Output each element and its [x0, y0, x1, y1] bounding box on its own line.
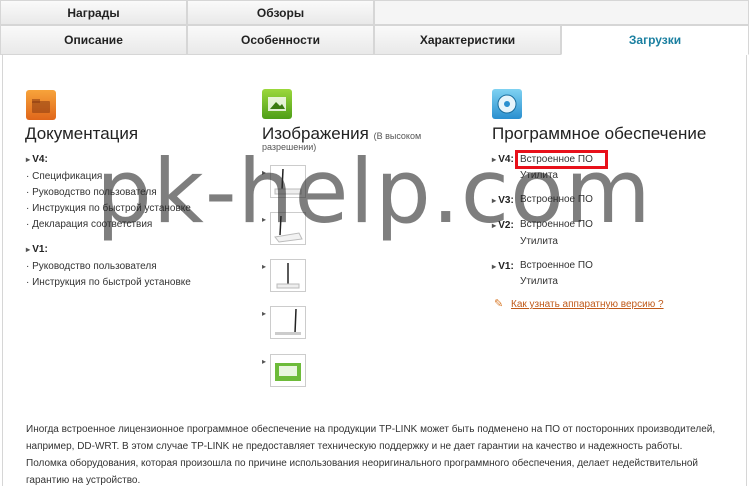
tab-features[interactable]: Особенности [187, 25, 374, 55]
image-icon [262, 89, 292, 119]
tab-empty [374, 0, 749, 25]
docs-item[interactable]: · Инструкция по быстрой установке [26, 277, 191, 288]
tab-description[interactable]: Описание [0, 25, 187, 55]
firmware-link[interactable]: Встроенное ПО [520, 260, 593, 271]
disc-icon [492, 89, 522, 119]
docs-item[interactable]: · Руководство пользователя [26, 261, 157, 272]
tab-awards[interactable]: Награды [0, 0, 187, 25]
utility-link[interactable]: Утилита [520, 276, 558, 287]
watermark: pk-help.com [96, 140, 652, 243]
thumb-bullet: ▸ [262, 262, 267, 271]
tab-specifications[interactable]: Характеристики [374, 25, 561, 55]
hw-version-link[interactable]: Как узнать аппаратную версию ? [511, 299, 664, 310]
docs-version-v4: ▸ V4: [26, 154, 48, 165]
tab-downloads[interactable]: Загрузки [561, 25, 749, 55]
tab-bar: Награды Обзоры Описание Особенности Хара… [0, 0, 749, 55]
docs-item[interactable]: · Спецификация [26, 171, 102, 182]
pencil-icon: ✎ [494, 298, 504, 310]
thumb-bullet: ▸ [262, 309, 267, 318]
docs-version-v1: ▸ V1: [26, 244, 48, 255]
folder-icon [26, 90, 56, 120]
disclaimer-text: Иногда встроенное лицензионное программн… [26, 424, 716, 486]
tab-reviews[interactable]: Обзоры [187, 0, 374, 25]
product-thumbnail[interactable] [270, 306, 306, 339]
thumb-bullet: ▸ [262, 357, 267, 366]
product-thumbnail[interactable] [270, 259, 306, 292]
software-version-v1: ▸ V1: [492, 261, 514, 272]
product-thumbnail[interactable] [270, 354, 306, 387]
